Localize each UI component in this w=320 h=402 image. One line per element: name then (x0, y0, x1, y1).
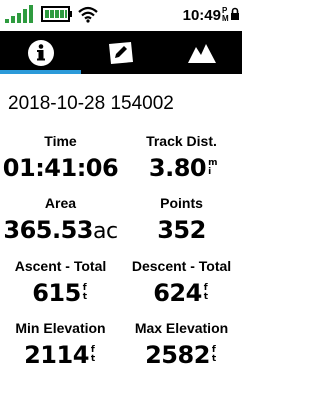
field-number: 2582 (145, 341, 210, 369)
lock-icon (231, 7, 239, 20)
tab-bar (0, 31, 242, 74)
signal-icon (5, 5, 33, 23)
clock: 10:49PM (182, 6, 229, 25)
tab-edit[interactable] (81, 31, 161, 74)
field-unit: ft (203, 283, 208, 302)
field-label: Time (44, 133, 77, 149)
field-value: 01:41:06 (0, 154, 121, 182)
track-name: 2018-10-28 154002 (8, 93, 174, 114)
field-unit: mi (208, 158, 217, 177)
field-value: 352 (121, 216, 242, 244)
field-number: 352 (157, 216, 206, 244)
field-number: 3.80 (148, 154, 207, 182)
battery-icon (41, 6, 72, 22)
field-number: 624 (153, 279, 202, 307)
tab-profile[interactable] (161, 31, 242, 74)
field-unit: ac (93, 219, 118, 244)
field-label: Points (160, 195, 203, 211)
field-time[interactable]: Time 01:41:06 (0, 133, 121, 182)
tab-info[interactable] (0, 31, 81, 74)
field-area[interactable]: Area 365.53ac (0, 195, 121, 246)
field-value: 624 ft (121, 279, 242, 307)
field-descent-total[interactable]: Descent - Total 624 ft (121, 258, 242, 307)
field-min-elevation[interactable]: Min Elevation 2114 ft (0, 320, 121, 369)
field-points[interactable]: Points 352 (121, 195, 242, 244)
field-max-elevation[interactable]: Max Elevation 2582 ft (121, 320, 242, 369)
clock-ampm: PM (222, 6, 229, 23)
field-unit: ft (90, 345, 95, 364)
field-label: Ascent - Total (14, 258, 107, 274)
edit-map-icon (109, 41, 133, 64)
field-number: 2114 (24, 341, 89, 369)
field-value: 2582 ft (121, 341, 242, 369)
field-label: Descent - Total (131, 258, 232, 274)
field-ascent-total[interactable]: Ascent - Total 615 ft (0, 258, 121, 307)
field-value: 3.80 mi (121, 154, 242, 182)
field-number: 365.53 (3, 216, 94, 244)
info-icon (27, 39, 54, 66)
field-label: Max Elevation (134, 320, 229, 336)
field-value: 365.53ac (0, 216, 121, 246)
field-label: Area (44, 195, 77, 211)
field-unit: ft (211, 345, 216, 364)
status-bar: 10:49PM (0, 0, 242, 31)
field-value: 2114 ft (0, 341, 121, 369)
field-track-distance[interactable]: Track Dist. 3.80 mi (121, 133, 242, 182)
clock-time: 10:49 (182, 7, 221, 24)
field-value: 615 ft (0, 279, 121, 307)
field-label: Min Elevation (15, 320, 106, 336)
field-number: 01:41:06 (2, 154, 119, 182)
field-label: Track Dist. (146, 133, 217, 149)
elevation-profile-icon (187, 43, 216, 63)
field-unit: ft (82, 283, 87, 302)
field-number: 615 (32, 279, 81, 307)
wifi-icon (78, 6, 98, 23)
